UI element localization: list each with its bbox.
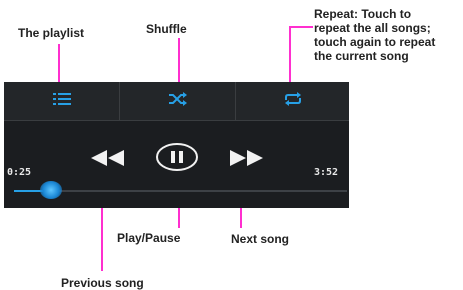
previous-icon bbox=[91, 149, 125, 171]
label-next-song: Next song bbox=[231, 232, 290, 246]
pause-icon bbox=[155, 142, 199, 177]
label-previous-song: Previous song bbox=[61, 276, 144, 290]
label-playlist: The playlist bbox=[18, 26, 85, 40]
playlist-button[interactable] bbox=[4, 82, 119, 120]
total-duration: 3:52 bbox=[314, 167, 339, 178]
label-repeat-line1: Repeat: Touch to bbox=[314, 7, 412, 21]
seek-thumb[interactable] bbox=[40, 181, 62, 199]
label-play-pause: Play/Pause bbox=[117, 231, 181, 245]
next-icon bbox=[229, 149, 263, 171]
label-repeat: Repeat: Touch to repeat the all songs; t… bbox=[314, 7, 435, 63]
elapsed-time: 0:25 bbox=[7, 167, 32, 178]
label-repeat-line4: the current song bbox=[314, 49, 409, 63]
label-shuffle: Shuffle bbox=[146, 22, 187, 36]
previous-button[interactable] bbox=[86, 148, 130, 172]
leader-repeat-horizontal bbox=[289, 26, 313, 28]
label-repeat-line2: repeat the all songs; bbox=[314, 21, 431, 35]
playlist-icon bbox=[52, 92, 71, 110]
play-pause-button[interactable] bbox=[155, 142, 199, 177]
next-button[interactable] bbox=[224, 148, 268, 172]
music-player: 0:25 3:52 bbox=[4, 82, 349, 208]
shuffle-icon bbox=[168, 91, 188, 111]
player-toolbar bbox=[4, 82, 349, 121]
repeat-button[interactable] bbox=[236, 82, 349, 120]
repeat-icon bbox=[283, 91, 303, 111]
seek-bar[interactable] bbox=[14, 190, 347, 192]
label-repeat-line3: touch again to repeat bbox=[314, 35, 436, 49]
shuffle-button[interactable] bbox=[120, 82, 235, 120]
